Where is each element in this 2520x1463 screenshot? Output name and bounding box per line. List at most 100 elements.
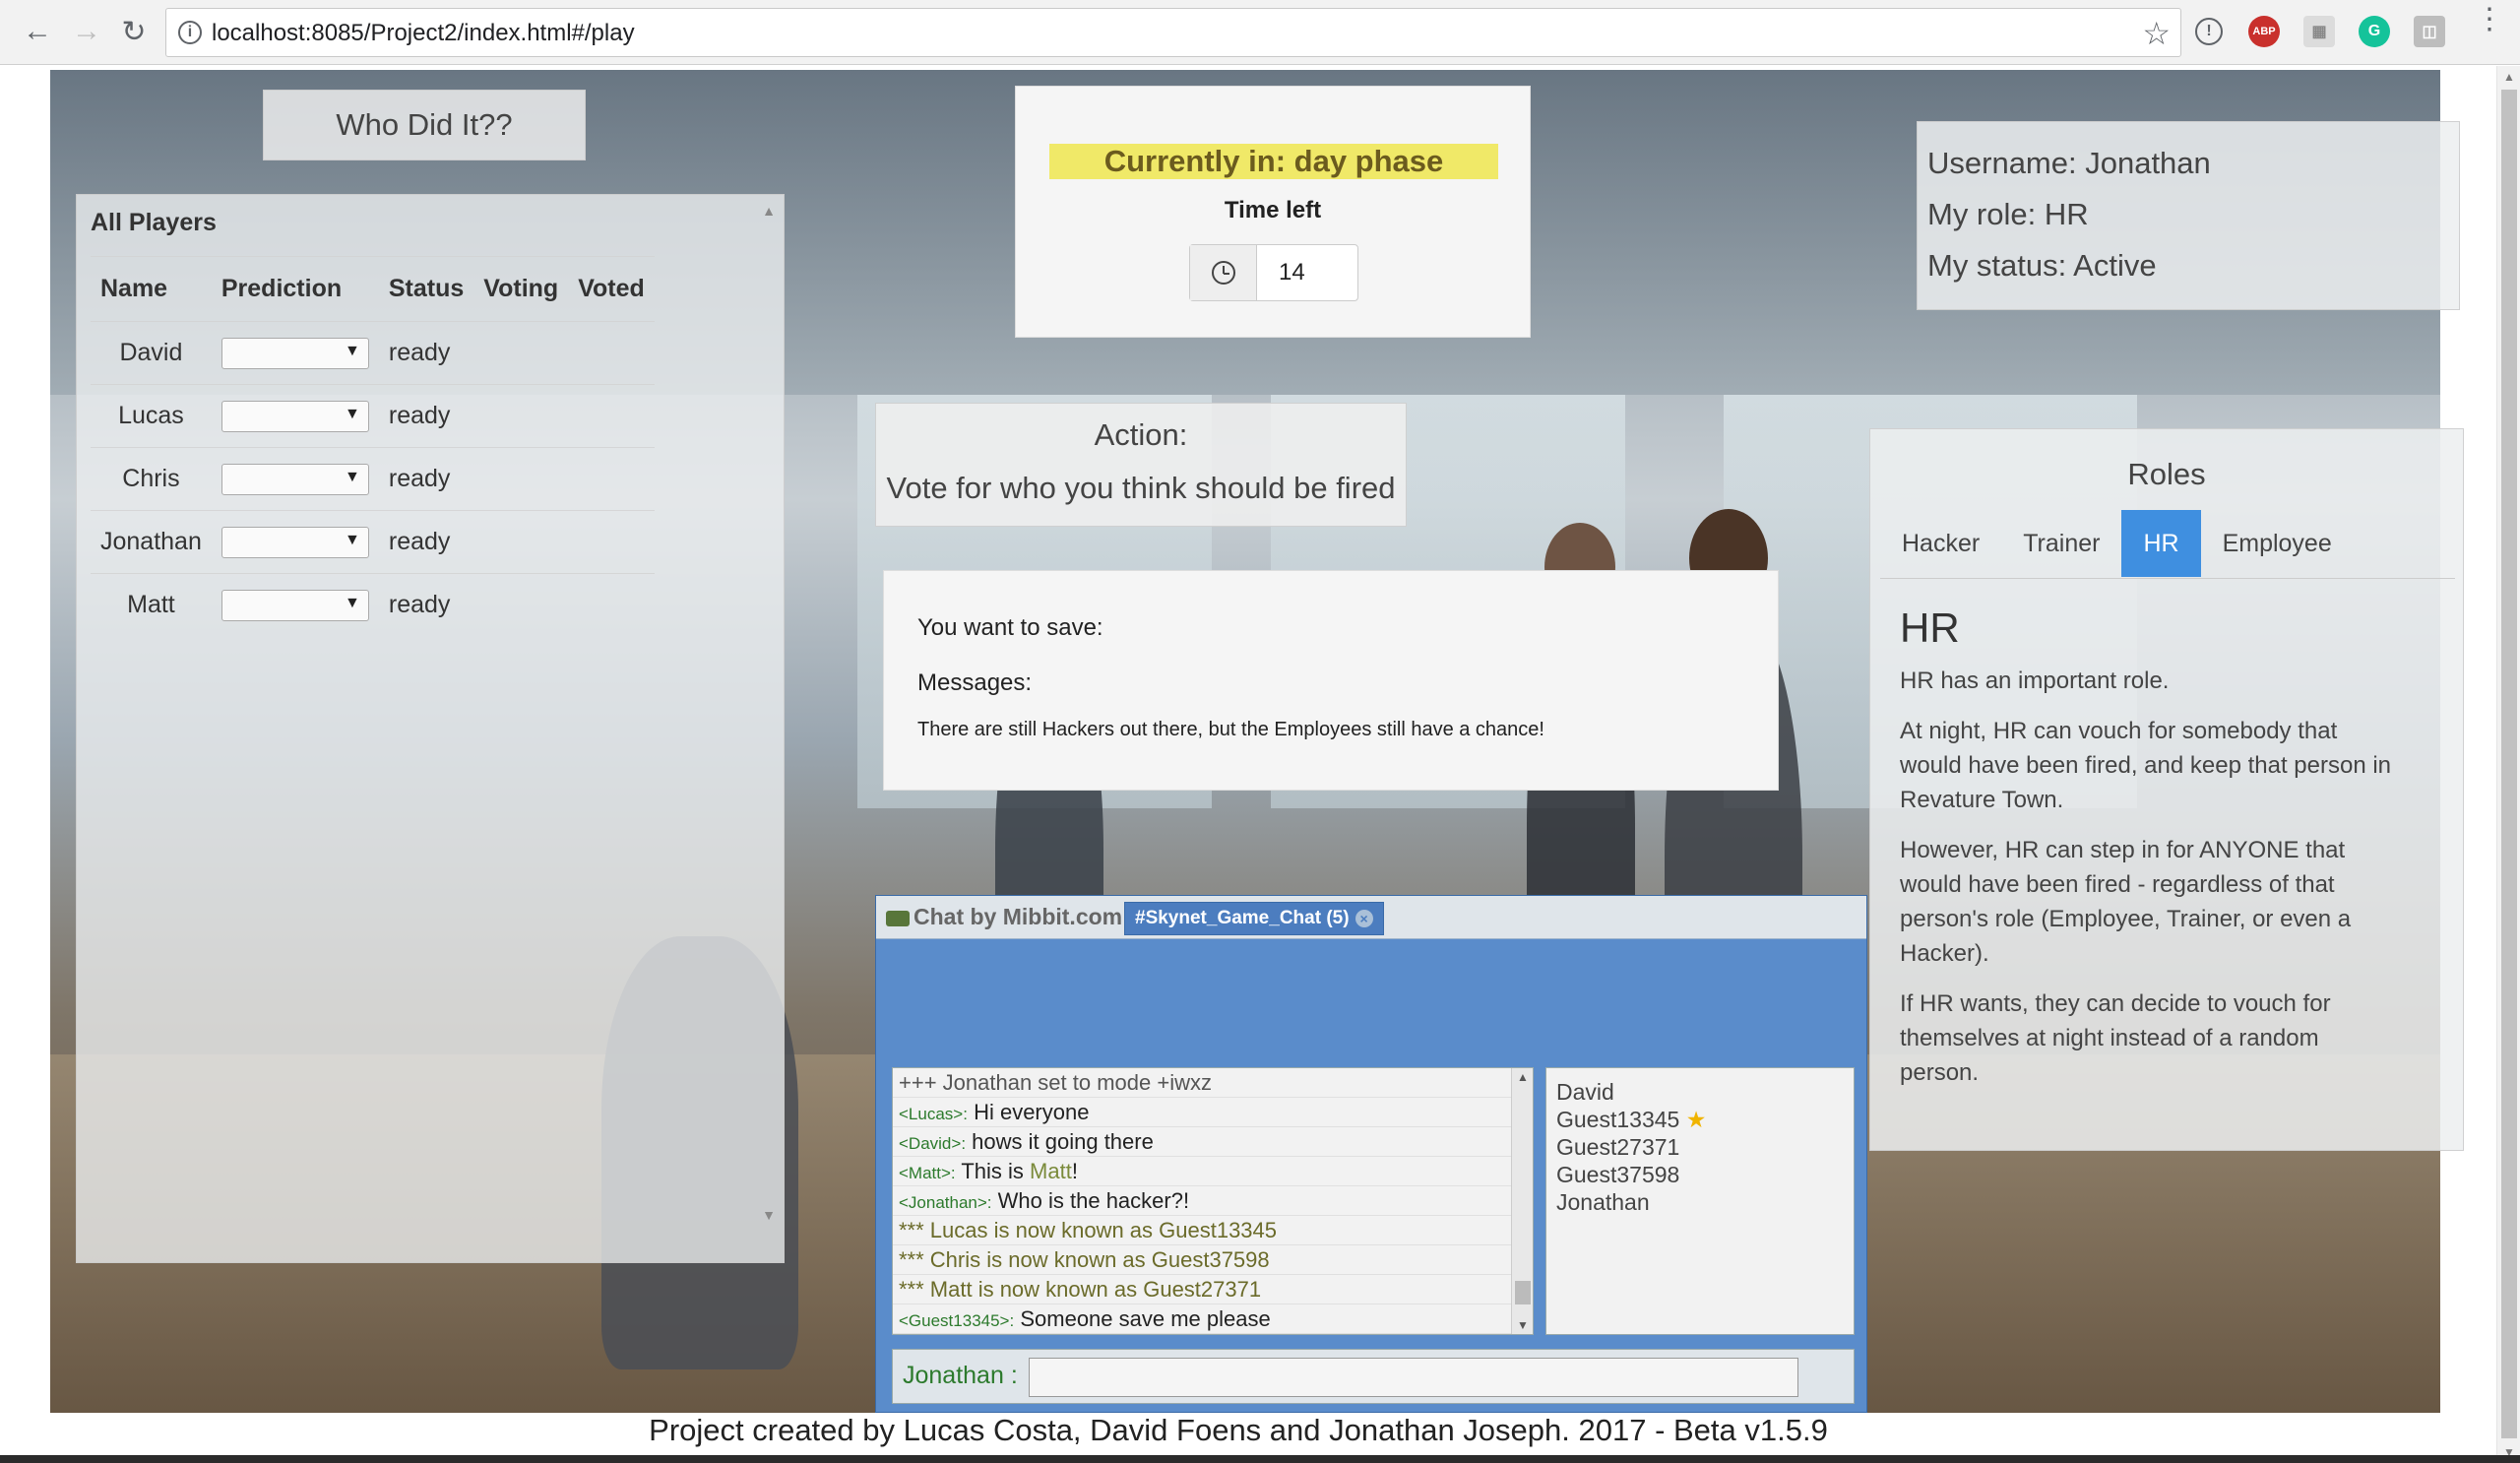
chat-line: *** Lucas is now known as Guest13345 bbox=[893, 1216, 1533, 1245]
role-paragraph: However, HR can step in for ANYONE that … bbox=[1900, 837, 2352, 967]
grammarly-icon[interactable]: G bbox=[2359, 16, 2390, 47]
page-scrollbar[interactable]: ▲ ▼ bbox=[2496, 66, 2520, 1463]
timer-value: 14 bbox=[1279, 259, 1305, 286]
messages-panel: You want to save: Messages: There are st… bbox=[883, 570, 1779, 791]
roles-tabs: Hacker Trainer HR Employee bbox=[1880, 510, 2455, 579]
player-voted bbox=[568, 447, 655, 511]
prediction-select[interactable]: ▼ bbox=[220, 589, 369, 621]
page-viewport: Who Did It?? All Players ▲ ▼ Name Predic… bbox=[0, 66, 2496, 1463]
info-icon[interactable]: i bbox=[178, 21, 202, 44]
forward-icon[interactable]: → bbox=[69, 14, 104, 49]
column-header-voted: Voted bbox=[568, 256, 655, 322]
player-voted bbox=[568, 321, 655, 385]
player-voted bbox=[568, 510, 655, 574]
chat-line: <Guest13345>: Someone save me please bbox=[893, 1304, 1533, 1334]
player-status: ready bbox=[378, 510, 474, 574]
page-scroll-thumb[interactable] bbox=[2501, 90, 2517, 1438]
table-row: Chris ▼ ready bbox=[91, 447, 655, 511]
phase-banner: Currently in: day phase bbox=[1049, 144, 1498, 179]
panel-scroll-down-icon[interactable]: ▼ bbox=[762, 1207, 776, 1223]
menu-icon[interactable]: ⋮ bbox=[2475, 5, 2504, 34]
chat-line: +++ Jonathan set to mode +iwxz bbox=[893, 1068, 1533, 1098]
panel-scroll-up-icon[interactable]: ▲ bbox=[762, 203, 776, 219]
page-scroll-up-icon[interactable]: ▲ bbox=[2503, 70, 2515, 84]
chat-line: <Jonathan>: Who is the hacker?! bbox=[893, 1186, 1533, 1216]
chat-message-input[interactable] bbox=[1029, 1358, 1798, 1397]
role-text: My role: HR bbox=[1927, 197, 2089, 231]
chevron-down-icon: ▼ bbox=[345, 342, 360, 359]
time-left-label: Time left bbox=[1224, 197, 1322, 223]
puzzle-icon[interactable]: ◫ bbox=[2414, 16, 2445, 47]
chat-log-scrollbar[interactable]: ▲ ▼ bbox=[1511, 1068, 1533, 1334]
username-text: Username: Jonathan bbox=[1927, 146, 2211, 180]
player-voting bbox=[473, 447, 569, 511]
chat-line: <Lucas>: Hi everyone bbox=[893, 1098, 1533, 1127]
column-header-name: Name bbox=[91, 256, 212, 322]
player-voted bbox=[568, 573, 655, 637]
tab-trainer[interactable]: Trainer bbox=[2001, 510, 2121, 577]
message-text: There are still Hackers out there, but t… bbox=[917, 719, 1544, 740]
table-row: David ▼ ready bbox=[91, 321, 655, 385]
chat-user[interactable]: Guest37598 bbox=[1556, 1161, 1844, 1188]
bookmark-star-icon[interactable]: ☆ bbox=[2142, 15, 2171, 52]
players-table: Name Prediction Status Voting Voted Davi… bbox=[91, 256, 655, 637]
chat-line: *** Chris is now known as Guest37598 bbox=[893, 1245, 1533, 1275]
chat-user[interactable]: Guest27371 bbox=[1556, 1133, 1844, 1161]
tab-hacker[interactable]: Hacker bbox=[1880, 510, 2001, 577]
chat-input-row: Jonathan : bbox=[892, 1349, 1855, 1404]
player-status: ready bbox=[378, 321, 474, 385]
chat-brand[interactable]: Chat by Mibbit.com bbox=[886, 904, 1122, 930]
roles-title: Roles bbox=[2127, 457, 2206, 491]
prediction-select[interactable]: ▼ bbox=[220, 337, 369, 369]
clock-icon bbox=[1190, 245, 1257, 300]
player-name: Chris bbox=[91, 447, 212, 511]
chat-user-list: David Guest13345 ★ Guest27371 Guest37598… bbox=[1545, 1067, 1855, 1335]
star-icon: ★ bbox=[1685, 1107, 1707, 1132]
chat-line: <Matt>: This is Matt! bbox=[893, 1157, 1533, 1186]
shield-icon[interactable]: ▦ bbox=[2303, 16, 2335, 47]
player-status: ready bbox=[378, 384, 474, 448]
chat-user[interactable]: David bbox=[1556, 1078, 1844, 1106]
media-icon[interactable]: ! bbox=[2195, 18, 2223, 45]
url-text[interactable]: localhost:8085/Project2/index.html#/play bbox=[212, 20, 635, 47]
player-name: Jonathan bbox=[91, 510, 212, 574]
players-panel: All Players ▲ ▼ Name Prediction Status V… bbox=[76, 194, 785, 1263]
close-tab-icon[interactable]: × bbox=[1354, 910, 1373, 927]
players-heading: All Players bbox=[91, 209, 217, 236]
status-text: My status: Active bbox=[1927, 248, 2157, 283]
chat-channel-tab[interactable]: #Skynet_Game_Chat (5) × bbox=[1124, 902, 1384, 935]
scroll-up-icon[interactable]: ▲ bbox=[1517, 1070, 1529, 1084]
scroll-down-icon[interactable]: ▼ bbox=[1517, 1318, 1529, 1332]
prediction-select[interactable]: ▼ bbox=[220, 400, 369, 432]
prediction-select[interactable]: ▼ bbox=[220, 463, 369, 495]
action-panel: Action: Vote for who you think should be… bbox=[875, 403, 1407, 527]
role-detail-name: HR bbox=[1900, 604, 1960, 651]
scroll-thumb[interactable] bbox=[1515, 1281, 1531, 1304]
chat-nick: Jonathan : bbox=[903, 1362, 1018, 1389]
chat-user[interactable]: Guest13345 ★ bbox=[1556, 1106, 1844, 1133]
messages-label: Messages: bbox=[917, 669, 1033, 696]
footer-text: Project created by Lucas Costa, David Fo… bbox=[649, 1413, 1828, 1447]
back-icon[interactable]: ← bbox=[20, 14, 55, 49]
player-name: David bbox=[91, 321, 212, 385]
address-bar[interactable]: i localhost:8085/Project2/index.html#/pl… bbox=[165, 8, 2181, 57]
browser-toolbar: ← → ↻ i localhost:8085/Project2/index.ht… bbox=[0, 0, 2520, 65]
user-info-panel: Username: Jonathan My role: HR My status… bbox=[1917, 121, 2460, 310]
player-voting bbox=[473, 384, 569, 448]
player-name: Lucas bbox=[91, 384, 212, 448]
chat-user[interactable]: Jonathan bbox=[1556, 1188, 1844, 1216]
tab-employee[interactable]: Employee bbox=[2201, 510, 2354, 577]
mibbit-logo-icon bbox=[886, 910, 910, 926]
adblock-icon[interactable]: ABP bbox=[2248, 16, 2280, 47]
role-paragraph: At night, HR can vouch for somebody that… bbox=[1900, 718, 2392, 813]
player-name: Matt bbox=[91, 573, 212, 637]
roles-panel: Roles Hacker Trainer HR Employee HR HR h… bbox=[1869, 428, 2464, 1151]
action-text: Vote for who you think should be fired bbox=[886, 471, 1396, 505]
chat-line: <David>: hows it going there bbox=[893, 1127, 1533, 1157]
table-row: Matt ▼ ready bbox=[91, 573, 655, 637]
prediction-select[interactable]: ▼ bbox=[220, 526, 369, 558]
tab-hr[interactable]: HR bbox=[2121, 510, 2201, 577]
reload-icon[interactable]: ↻ bbox=[116, 14, 152, 49]
chevron-down-icon: ▼ bbox=[345, 468, 360, 485]
chat-widget: Chat by Mibbit.com #Skynet_Game_Chat (5)… bbox=[875, 895, 1867, 1413]
